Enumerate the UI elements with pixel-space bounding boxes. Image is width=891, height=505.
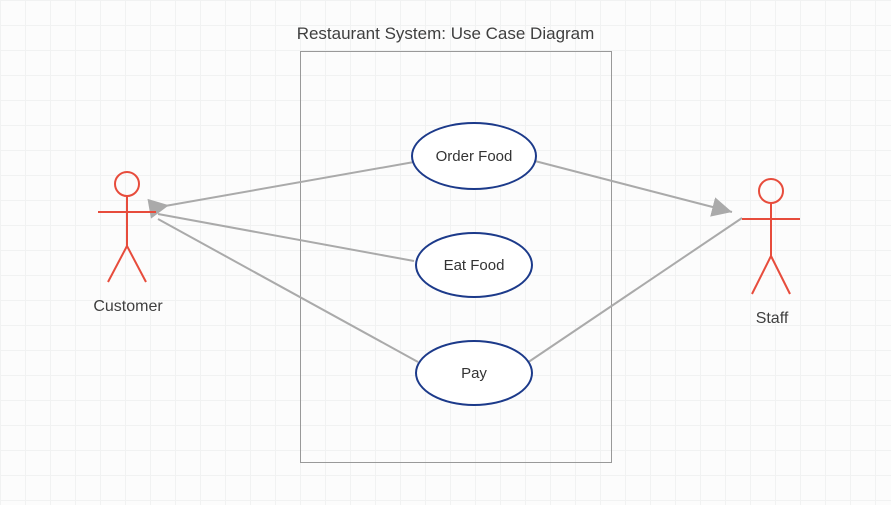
usecase-order-food: Order Food	[411, 122, 537, 190]
actor-customer-figure	[98, 172, 156, 282]
usecase-pay: Pay	[415, 340, 533, 406]
usecase-label: Eat Food	[444, 257, 505, 274]
usecase-label: Pay	[461, 365, 487, 382]
actor-staff-label: Staff	[722, 310, 822, 328]
diagram-title: Restaurant System: Use Case Diagram	[0, 24, 891, 44]
actor-staff-figure	[742, 179, 800, 294]
diagram-canvas: Restaurant System: Use Case Diagram	[0, 0, 891, 505]
usecase-label: Order Food	[436, 148, 513, 165]
usecase-eat-food: Eat Food	[415, 232, 533, 298]
actor-customer-label: Customer	[78, 298, 178, 316]
